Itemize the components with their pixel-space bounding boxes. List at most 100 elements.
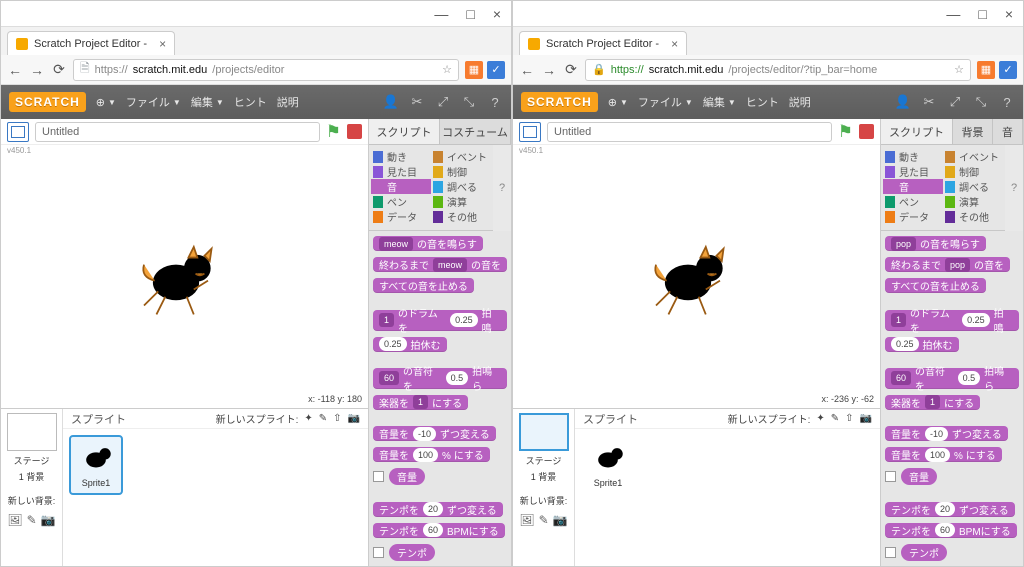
cat-looks[interactable]: 見た目 [371,164,431,179]
paint-backdrop-icon[interactable]: ✎ [27,513,37,527]
close-icon[interactable]: × [1005,6,1013,22]
block-play-sound[interactable]: popの音を鳴らす [885,236,986,251]
block-drum[interactable]: 1のドラムを0.25拍鳴 [373,310,507,331]
tab-backdrops[interactable]: 背景 [953,119,993,144]
choose-backdrop-icon[interactable]: 🖼 [7,513,22,527]
tab-close-icon[interactable]: × [671,37,678,51]
globe-icon[interactable]: ⊕▼ [96,96,116,109]
minimize-icon[interactable]: — [946,6,960,22]
stage[interactable] [1,156,368,394]
ext-icon-1[interactable]: ▦ [465,61,483,79]
stage-thumbnail[interactable] [519,413,569,451]
camera-backdrop-icon[interactable]: 📷 [41,513,56,527]
block-tempo-reporter[interactable]: テンポ [373,544,435,561]
nav-reload-icon[interactable]: ⟳ [563,61,579,78]
paint-backdrop-icon[interactable]: ✎ [539,513,549,527]
upload-icon[interactable]: ⇧ [845,413,853,424]
tab-scripts[interactable]: スクリプト [369,119,440,144]
cat-pen[interactable]: ペン [883,194,943,209]
upload-icon[interactable]: ⇧ [333,413,341,424]
menu-file[interactable]: ファイル▼ [638,94,693,110]
paint-icon[interactable]: ✎ [831,413,839,424]
grow-icon[interactable]: ⤢ [435,94,451,110]
block-vol-set[interactable]: 音量を100% にする [885,447,1002,462]
stage-view-toggle[interactable] [519,122,541,142]
scissors-icon[interactable]: ✂ [921,94,937,110]
block-drum[interactable]: 1のドラムを0.25拍鳴 [885,310,1019,331]
cat-sound[interactable]: 音 [883,179,943,194]
cat-motion[interactable]: 動き [371,149,431,164]
cat-motion[interactable]: 動き [883,149,943,164]
sprite-cat[interactable] [131,238,221,318]
menu-file[interactable]: ファイル▼ [126,94,181,110]
sprite-item[interactable]: Sprite1 [581,435,635,495]
ext-icon-1[interactable]: ▦ [977,61,995,79]
cat-operators[interactable]: 演算 [431,194,491,209]
block-vol-reporter[interactable]: 音量 [885,468,937,485]
library-icon[interactable]: ✦ [304,413,312,424]
menu-edit[interactable]: 編集▼ [191,94,224,110]
cat-control[interactable]: 制御 [943,164,1003,179]
stop-icon[interactable] [859,124,874,139]
project-title-input[interactable]: Untitled [35,122,320,142]
cat-more[interactable]: その他 [431,209,491,224]
cat-operators[interactable]: 演算 [943,194,1003,209]
nav-forward-icon[interactable]: → [29,62,45,78]
tab-sounds[interactable]: 音 [993,119,1023,144]
paint-icon[interactable]: ✎ [319,413,327,424]
stage-thumbnail[interactable] [7,413,57,451]
help-icon[interactable]: ? [999,94,1015,110]
minimize-icon[interactable]: — [434,6,448,22]
menu-about[interactable]: 説明 [789,94,811,110]
cat-looks[interactable]: 見た目 [883,164,943,179]
cat-data[interactable]: データ [883,209,943,224]
block-note[interactable]: 60の音符を0.5拍鳴ら [885,368,1019,389]
block-stop-all[interactable]: すべての音を止める [885,278,986,293]
sprite-item[interactable]: Sprite1 [69,435,123,495]
browser-tab[interactable]: Scratch Project Editor - × [7,31,175,55]
block-vol-reporter[interactable]: 音量 [373,468,425,485]
nav-back-icon[interactable]: ← [519,62,535,78]
sprite-cat[interactable] [643,238,733,318]
green-flag-icon[interactable]: ⚑ [326,122,341,142]
scratch-logo[interactable]: SCRATCH [521,92,598,112]
tab-scripts[interactable]: スクリプト [881,119,953,144]
block-rest[interactable]: 0.25拍休む [373,337,447,352]
block-rest[interactable]: 0.25拍休む [885,337,959,352]
block-tempo-set[interactable]: テンポを60BPMにする [885,523,1017,538]
block-vol-set[interactable]: 音量を100% にする [373,447,490,462]
cat-events[interactable]: イベント [943,149,1003,164]
block-play-until[interactable]: 終わるまでpopの音を [885,257,1010,272]
block-tempo-set[interactable]: テンポを60BPMにする [373,523,505,538]
block-note[interactable]: 60の音符を0.5拍鳴ら [373,368,507,389]
camera-backdrop-icon[interactable]: 📷 [553,513,568,527]
stamp-icon[interactable]: 👤 [383,94,399,110]
maximize-icon[interactable]: □ [466,6,474,22]
block-tempo-change[interactable]: テンポを20ずつ変える [373,502,503,517]
nav-reload-icon[interactable]: ⟳ [51,61,67,78]
block-tempo-change[interactable]: テンポを20ずつ変える [885,502,1015,517]
globe-icon[interactable]: ⊕▼ [608,96,628,109]
cat-sound[interactable]: 音 [371,179,431,194]
palette-help-icon[interactable]: ? [493,145,511,231]
menu-hint[interactable]: ヒント [746,94,779,110]
scissors-icon[interactable]: ✂ [409,94,425,110]
menu-hint[interactable]: ヒント [234,94,267,110]
browser-tab[interactable]: Scratch Project Editor - × [519,31,687,55]
camera-icon[interactable]: 📷 [348,413,360,424]
cat-events[interactable]: イベント [431,149,491,164]
ext-icon-2[interactable]: ✓ [999,61,1017,79]
menu-about[interactable]: 説明 [277,94,299,110]
stamp-icon[interactable]: 👤 [895,94,911,110]
url-field[interactable]: 🔒 https://scratch.mit.edu/projects/edito… [585,59,971,81]
cat-data[interactable]: データ [371,209,431,224]
stage[interactable] [513,156,880,394]
palette-help-icon[interactable]: ? [1005,145,1023,231]
help-icon[interactable]: ? [487,94,503,110]
block-tempo-reporter[interactable]: テンポ [885,544,947,561]
nav-forward-icon[interactable]: → [541,62,557,78]
camera-icon[interactable]: 📷 [860,413,872,424]
tab-costumes[interactable]: コスチューム [440,119,511,144]
stage-view-toggle[interactable] [7,122,29,142]
shrink-icon[interactable]: ⤡ [973,94,989,110]
